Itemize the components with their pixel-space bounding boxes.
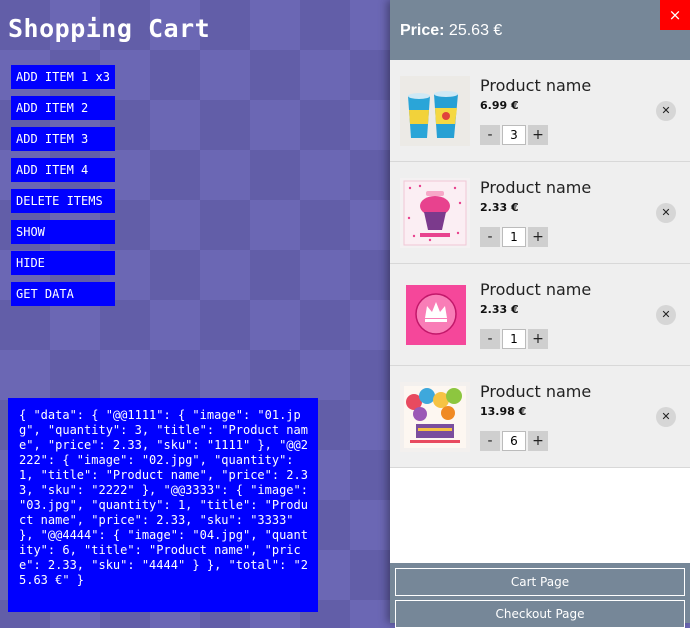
increase-quantity-button[interactable]: + bbox=[528, 431, 548, 451]
show-button[interactable]: SHOW bbox=[11, 220, 115, 244]
cart-item: Product name 13.98 € - + ✕ bbox=[390, 366, 690, 468]
quantity-input[interactable] bbox=[502, 329, 526, 349]
quantity-input[interactable] bbox=[502, 125, 526, 145]
decrease-quantity-button[interactable]: - bbox=[480, 329, 500, 349]
cart-panel: Price: 25.63 € × Product name 6.99 € - + bbox=[390, 0, 690, 628]
remove-item-button[interactable]: ✕ bbox=[656, 203, 676, 223]
cart-total: Price: 25.63 € bbox=[400, 22, 502, 40]
cart-item: Product name 6.99 € - + ✕ bbox=[390, 60, 690, 162]
cart-footer: Cart Page Checkout Page bbox=[390, 563, 690, 628]
increase-quantity-button[interactable]: + bbox=[528, 227, 548, 247]
delete-items-button[interactable]: DELETE ITEMS bbox=[11, 189, 115, 213]
cart-item: Product name 2.33 € - + ✕ bbox=[390, 162, 690, 264]
product-title: Product name bbox=[480, 382, 592, 401]
cart-page-button[interactable]: Cart Page bbox=[395, 568, 685, 596]
close-cart-button[interactable]: × bbox=[660, 0, 690, 30]
product-title: Product name bbox=[480, 280, 592, 299]
product-image-pink-crown-napkin bbox=[400, 280, 470, 350]
data-output: { "data": { "@@1111": { "image": "01.jpg… bbox=[8, 398, 318, 612]
product-image-paper-cups bbox=[400, 76, 470, 146]
checkout-page-button[interactable]: Checkout Page bbox=[395, 600, 685, 628]
hide-button[interactable]: HIDE bbox=[11, 251, 115, 275]
quantity-input[interactable] bbox=[502, 227, 526, 247]
product-title: Product name bbox=[480, 178, 592, 197]
quantity-stepper: - + bbox=[480, 124, 548, 146]
quantity-input[interactable] bbox=[502, 431, 526, 451]
add-item-4-button[interactable]: ADD ITEM 4 bbox=[11, 158, 115, 182]
quantity-stepper: - + bbox=[480, 226, 548, 248]
product-title: Product name bbox=[480, 76, 592, 95]
add-item-3-button[interactable]: ADD ITEM 3 bbox=[11, 127, 115, 151]
increase-quantity-button[interactable]: + bbox=[528, 329, 548, 349]
decrease-quantity-button[interactable]: - bbox=[480, 125, 500, 145]
cart-header: Price: 25.63 € × bbox=[390, 0, 690, 60]
product-price: 6.99 € bbox=[480, 99, 519, 112]
quantity-stepper: - + bbox=[480, 430, 548, 452]
product-price: 13.98 € bbox=[480, 405, 527, 418]
get-data-button[interactable]: GET DATA bbox=[11, 282, 115, 306]
quantity-stepper: - + bbox=[480, 328, 548, 350]
control-buttons: ADD ITEM 1 x3 ADD ITEM 2 ADD ITEM 3 ADD … bbox=[11, 65, 115, 313]
add-item-2-button[interactable]: ADD ITEM 2 bbox=[11, 96, 115, 120]
decrease-quantity-button[interactable]: - bbox=[480, 431, 500, 451]
remove-item-button[interactable]: ✕ bbox=[656, 305, 676, 325]
add-item-1-x3-button[interactable]: ADD ITEM 1 x3 bbox=[11, 65, 115, 89]
page-title: Shopping Cart bbox=[8, 14, 211, 43]
product-image-cupcake-napkin bbox=[400, 178, 470, 248]
product-price: 2.33 € bbox=[480, 303, 519, 316]
product-price: 2.33 € bbox=[480, 201, 519, 214]
product-image-birthday-balloons-napkin bbox=[400, 382, 470, 452]
increase-quantity-button[interactable]: + bbox=[528, 125, 548, 145]
price-value: 25.63 € bbox=[448, 22, 503, 39]
price-label: Price: bbox=[400, 22, 445, 39]
remove-item-button[interactable]: ✕ bbox=[656, 407, 676, 427]
decrease-quantity-button[interactable]: - bbox=[480, 227, 500, 247]
remove-item-button[interactable]: ✕ bbox=[656, 101, 676, 121]
cart-item: Product name 2.33 € - + ✕ bbox=[390, 264, 690, 366]
